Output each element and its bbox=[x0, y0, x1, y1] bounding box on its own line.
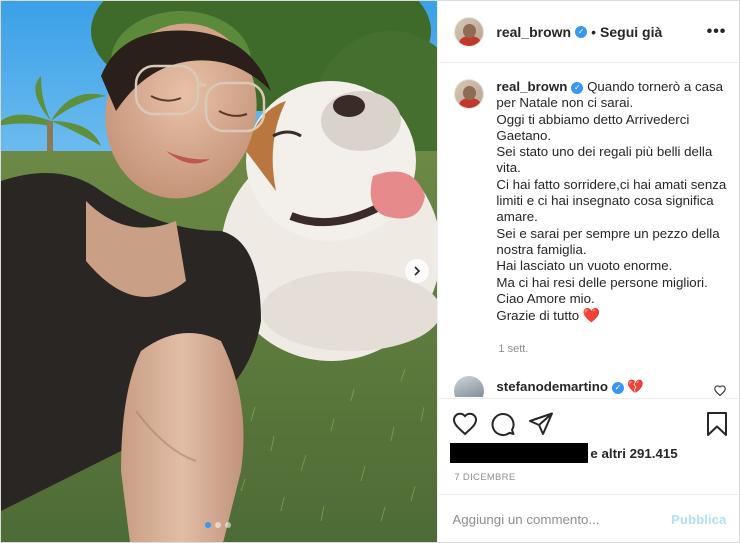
caption-text: real_brown ✓ Quando tornerò a casa per Na… bbox=[496, 79, 728, 324]
chevron-right-icon bbox=[414, 266, 421, 276]
comment-item: stefanodemartino ✓ 💔 bbox=[454, 376, 644, 397]
commenter-avatar[interactable] bbox=[454, 376, 485, 397]
verified-badge-icon: ✓ bbox=[611, 381, 624, 394]
comment-bubble-icon[interactable] bbox=[490, 411, 516, 437]
caption-line: Ci hai fatto sorridere,ci hai amati senz… bbox=[496, 176, 727, 225]
verified-badge-icon: ✓ bbox=[571, 82, 584, 95]
save-bookmark-icon[interactable] bbox=[704, 411, 730, 437]
follow-button[interactable]: Segui già bbox=[600, 24, 662, 40]
carousel-dot-active bbox=[205, 522, 211, 528]
caption-line: Sei stato uno dei regali più belli della… bbox=[496, 144, 713, 176]
broken-heart-emoji-icon: 💔 bbox=[626, 379, 644, 394]
post-side-panel: real_brown ✓ • Segui già ••• real_brown ✓… bbox=[437, 1, 740, 543]
post-photo[interactable] bbox=[1, 1, 438, 542]
photo-scene bbox=[1, 1, 438, 542]
carousel-next-button[interactable] bbox=[405, 259, 429, 283]
carousel-indicator bbox=[205, 522, 231, 528]
caption-username[interactable]: real_brown bbox=[496, 79, 567, 94]
post-actions: e altri 291.415 7 DICEMBRE Pubblica bbox=[438, 398, 740, 543]
comment-text: stefanodemartino ✓ 💔 bbox=[496, 379, 643, 395]
post-header: real_brown ✓ • Segui già ••• bbox=[438, 1, 740, 63]
caption-line: Ma ci hai resi delle persone migliori. bbox=[496, 274, 708, 290]
commenter-username[interactable]: stefanodemartino bbox=[496, 379, 608, 394]
comment-like-heart-icon[interactable] bbox=[714, 385, 727, 396]
caption-line: Oggi ti abbiamo detto Arrivederci Gaetan… bbox=[496, 111, 690, 143]
carousel-dot bbox=[225, 522, 231, 528]
caption-line: Sei e sarai per sempre un pezzo della no… bbox=[496, 225, 720, 257]
carousel-dot bbox=[215, 522, 221, 528]
caption-line: Grazie di tutto bbox=[496, 308, 580, 324]
caption-avatar[interactable] bbox=[454, 79, 485, 109]
author-avatar[interactable] bbox=[454, 16, 485, 47]
instagram-post: real_brown ✓ • Segui già ••• real_brown ✓… bbox=[0, 0, 740, 543]
share-send-icon[interactable] bbox=[528, 411, 554, 437]
redacted-username-bar bbox=[450, 443, 589, 463]
caption-line: Ciao Amore mio. bbox=[496, 290, 595, 306]
more-options-icon[interactable]: ••• bbox=[707, 23, 727, 41]
action-icons bbox=[452, 411, 554, 437]
comment-input[interactable] bbox=[452, 512, 663, 527]
comments-section[interactable]: real_brown ✓ Quando tornerò a casa per Na… bbox=[438, 63, 740, 397]
likes-summary[interactable]: e altri 291.415 bbox=[450, 443, 678, 463]
caption-time[interactable]: 1 sett. bbox=[498, 343, 528, 355]
post-date[interactable]: 7 DICEMBRE bbox=[454, 472, 515, 483]
caption: real_brown ✓ Quando tornerò a casa per Na… bbox=[454, 79, 728, 324]
likes-count[interactable]: e altri 291.415 bbox=[590, 446, 677, 461]
publish-button[interactable]: Pubblica bbox=[671, 512, 726, 527]
caption-line: Hai lasciato un vuoto enorme. bbox=[496, 258, 673, 274]
header-separator: • bbox=[591, 23, 597, 40]
author-username[interactable]: real_brown bbox=[496, 24, 571, 40]
add-comment-bar: Pubblica bbox=[438, 494, 740, 543]
verified-badge-icon: ✓ bbox=[575, 25, 588, 38]
like-heart-icon[interactable] bbox=[452, 411, 478, 437]
heart-emoji-icon: ❤️ bbox=[582, 307, 601, 324]
